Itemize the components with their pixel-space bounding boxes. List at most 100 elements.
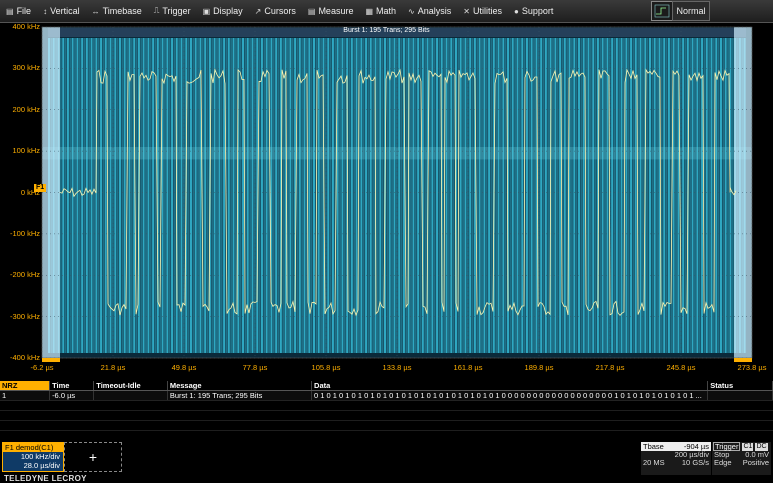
waveform-display[interactable]: Burst 1: 195 Trans; 295 Bits F1 400 kHz 3… bbox=[0, 22, 773, 379]
bit-cell bbox=[611, 38, 614, 353]
bit-cell bbox=[504, 38, 507, 353]
col-time[interactable]: Time bbox=[50, 381, 95, 390]
burst-label: Burst 1: 195 Trans; 295 Bits bbox=[343, 27, 430, 34]
x-tick-label: 189.8 µs bbox=[524, 363, 554, 372]
bit-cell bbox=[64, 38, 67, 353]
timebase-title: Tbase bbox=[643, 442, 664, 451]
bit-cell bbox=[213, 38, 216, 353]
col-nrz[interactable]: NRZ bbox=[0, 381, 51, 390]
bit-cell bbox=[149, 38, 152, 353]
trigger-type: Edge bbox=[714, 458, 732, 467]
bit-cell bbox=[606, 38, 609, 353]
y-tick-label: 0 kHz bbox=[20, 187, 40, 197]
bit-cell bbox=[71, 38, 74, 353]
bit-cell bbox=[263, 38, 266, 353]
menu-measure[interactable]: ▤ Measure bbox=[302, 6, 360, 16]
menu-label: Cursors bbox=[264, 6, 296, 16]
bit-cell bbox=[365, 38, 368, 353]
waveform-chart[interactable] bbox=[0, 22, 773, 379]
bit-cell bbox=[289, 38, 292, 353]
menu-cursors[interactable]: ↗ Cursors bbox=[249, 6, 302, 16]
bit-cell bbox=[525, 38, 528, 353]
bit-cell bbox=[618, 38, 621, 353]
bit-cell bbox=[665, 38, 668, 353]
menu-file[interactable]: ▤ File bbox=[0, 6, 37, 16]
bit-cell bbox=[478, 38, 481, 353]
timebase-descriptor[interactable]: Tbase -904 µs 200 µs/div 20 MS 10 GS/s bbox=[641, 442, 711, 475]
bit-cell bbox=[220, 38, 223, 353]
bit-cell bbox=[192, 38, 195, 353]
bit-cell bbox=[438, 38, 441, 353]
bit-cell bbox=[689, 38, 692, 353]
menu-support[interactable]: ● Support bbox=[508, 6, 559, 16]
col-data[interactable]: Data bbox=[312, 381, 709, 390]
timebase-rate: 10 GS/s bbox=[681, 458, 709, 467]
bit-cell bbox=[391, 38, 394, 353]
menu-analysis[interactable]: ∿ Analysis bbox=[402, 6, 457, 16]
bit-cell bbox=[234, 38, 237, 353]
bit-cell bbox=[97, 38, 100, 353]
decode-table: NRZ Time Timeout-Idle Message Data Statu… bbox=[0, 381, 773, 437]
x-tick-label: 105.8 µs bbox=[311, 363, 341, 372]
trigger-thumbnail-icon[interactable] bbox=[651, 1, 673, 21]
bit-cell bbox=[130, 38, 133, 353]
cell-time: -6.0 µs bbox=[50, 391, 95, 400]
bit-cell bbox=[343, 38, 346, 353]
bit-cell bbox=[168, 38, 171, 353]
menu-label: Analysis bbox=[417, 6, 452, 16]
f1-descriptor[interactable]: F1 demod(C1) 100 kHz/div 28.0 µs/div bbox=[2, 442, 64, 472]
bit-cell bbox=[717, 38, 720, 353]
y-tick-label: -200 kHz bbox=[9, 270, 40, 280]
col-message[interactable]: Message bbox=[168, 381, 313, 390]
bit-cell bbox=[303, 38, 306, 353]
trigger-mode-button[interactable]: Normal bbox=[672, 1, 710, 21]
bit-cell bbox=[724, 38, 727, 353]
col-status[interactable]: Status bbox=[708, 381, 773, 390]
bit-cell bbox=[459, 38, 462, 353]
bit-cell bbox=[317, 38, 320, 353]
table-row[interactable]: 1 -6.0 µs Burst 1: 195 Trans; 295 Bits 0… bbox=[0, 391, 773, 401]
menu-display[interactable]: ▣ Display bbox=[197, 6, 249, 16]
y-tick-label: -300 kHz bbox=[9, 311, 40, 321]
bit-cell bbox=[145, 38, 148, 353]
bit-cell bbox=[355, 38, 358, 353]
bit-cell bbox=[69, 38, 72, 353]
y-tick-label: 200 kHz bbox=[12, 104, 40, 114]
menu-math[interactable]: ▦ Math bbox=[359, 6, 402, 16]
bit-cell bbox=[675, 38, 678, 353]
bit-cell bbox=[398, 38, 401, 353]
bit-cell bbox=[215, 38, 218, 353]
menu-vertical[interactable]: ↕ Vertical bbox=[37, 6, 86, 16]
bit-cell bbox=[604, 38, 607, 353]
x-tick-label: 21.8 µs bbox=[100, 363, 126, 372]
menu-timebase[interactable]: ↔ Timebase bbox=[86, 6, 148, 16]
add-trace-button[interactable]: + bbox=[64, 442, 122, 472]
bit-cell bbox=[393, 38, 396, 353]
bit-cell bbox=[483, 38, 486, 353]
bit-cell bbox=[369, 38, 372, 353]
bit-cell bbox=[497, 38, 500, 353]
menu-trigger[interactable]: ⎍ Trigger bbox=[148, 6, 197, 16]
bit-cell bbox=[173, 38, 176, 353]
bit-cell bbox=[578, 38, 581, 353]
bit-cell bbox=[599, 38, 602, 353]
bit-cell bbox=[410, 38, 413, 353]
support-icon: ● bbox=[513, 6, 519, 16]
bit-cell bbox=[348, 38, 351, 353]
bit-cell bbox=[277, 38, 280, 353]
bit-cell bbox=[580, 38, 583, 353]
trigger-descriptor[interactable]: Trigger C1 DC Stop 0.0 mV Edge Positive bbox=[712, 442, 771, 475]
bit-cell bbox=[78, 38, 81, 353]
col-timeout-idle[interactable]: Timeout-Idle bbox=[94, 381, 168, 390]
x-tick-label: -6.2 µs bbox=[30, 363, 54, 372]
trigger-icon: ⎍ bbox=[153, 6, 160, 15]
menu-label: File bbox=[16, 6, 32, 16]
bit-cell bbox=[431, 38, 434, 353]
menu-utilities[interactable]: ✕ Utilities bbox=[457, 6, 508, 16]
bit-cell bbox=[464, 38, 467, 353]
bit-cell bbox=[648, 38, 651, 353]
bit-cell bbox=[625, 38, 628, 353]
bit-cell bbox=[646, 38, 649, 353]
file-icon: ▤ bbox=[6, 6, 14, 16]
bit-cell bbox=[171, 38, 174, 353]
